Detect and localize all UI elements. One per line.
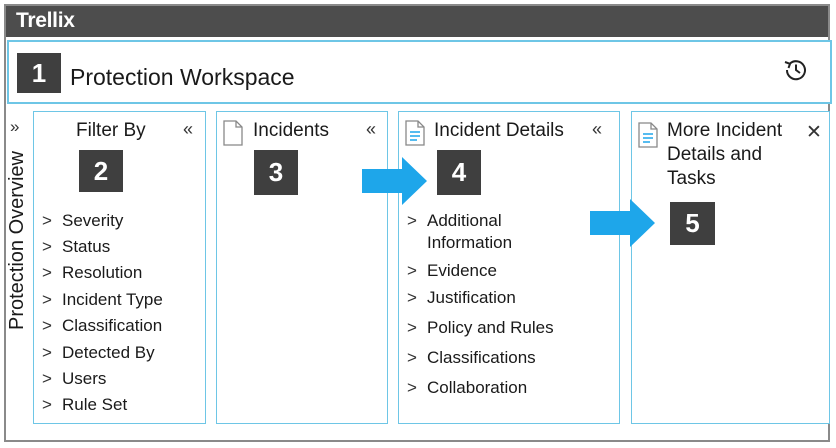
chevron-right-icon: >	[407, 211, 417, 230]
callout-badge-4: 4	[437, 150, 481, 195]
document-lines-icon	[405, 120, 425, 146]
expand-overview-icon[interactable]: »	[10, 117, 19, 137]
filter-panel-title: Filter By	[76, 120, 146, 141]
chevron-right-icon: >	[42, 290, 52, 309]
callout-badge-5: 5	[670, 202, 715, 245]
history-refresh-icon[interactable]	[782, 56, 810, 84]
chevron-right-icon: >	[42, 369, 52, 388]
chevron-right-icon: >	[407, 261, 417, 280]
more-details-panel: More Incident Details and Tasks ✕ 5	[631, 111, 830, 424]
callout-badge-1: 1	[17, 53, 61, 93]
trellix-logo: Trellix	[16, 9, 75, 32]
more-details-title-line-3: Tasks	[667, 168, 716, 189]
flow-arrow-4-to-5	[590, 199, 655, 247]
filter-item-label: Rule Set	[62, 395, 128, 414]
chevron-right-icon: >	[407, 348, 417, 367]
incidents-collapse-icon[interactable]: «	[366, 119, 376, 140]
chevron-right-icon: >	[407, 288, 417, 307]
incident-details-title: Incident Details	[434, 120, 564, 141]
chevron-right-icon: >	[42, 211, 52, 230]
filter-item-label: Severity	[62, 211, 124, 230]
more-details-title-line-2: Details and	[667, 144, 763, 165]
filter-item-label: Resolution	[62, 263, 143, 282]
top-bar: Trellix	[6, 6, 828, 37]
document-icon	[223, 120, 243, 146]
detail-item-label: Collaboration	[427, 378, 528, 397]
filter-item-label: Classification	[62, 316, 163, 335]
detail-item-label: Policy and Rules	[427, 318, 554, 337]
workspace-header: 1 Protection Workspace	[7, 40, 832, 104]
chevron-right-icon: >	[407, 378, 417, 397]
flow-arrow-3-to-4	[362, 157, 427, 205]
filter-item-label: Incident Type	[62, 290, 163, 309]
callout-badge-3: 3	[254, 150, 298, 195]
detail-item-label: Additional Information	[427, 211, 513, 252]
more-details-title-line-1: More Incident	[667, 120, 783, 141]
incidents-panel-title: Incidents	[253, 120, 330, 141]
document-lines-icon	[638, 122, 658, 148]
incident-details-panel: Incident Details « 4 > Additional Informa…	[398, 111, 620, 424]
protection-overview-label[interactable]: Protection Overview	[6, 151, 29, 330]
filter-item-label: Status	[62, 237, 111, 256]
callout-badge-2: 2	[79, 150, 123, 192]
page-title: Protection Workspace	[70, 64, 295, 90]
chevron-right-icon: >	[42, 395, 52, 414]
chevron-right-icon: >	[42, 343, 52, 362]
close-icon[interactable]: ✕	[806, 121, 822, 144]
chevron-right-icon: >	[42, 237, 52, 256]
chevron-right-icon: >	[42, 263, 52, 282]
chevron-right-icon: >	[407, 318, 417, 337]
filter-item-label: Users	[62, 369, 107, 388]
detail-item-label: Justification	[427, 288, 516, 307]
filter-panel: Filter By « 2 > Severity > Status > Resolutio…	[33, 111, 206, 424]
chevron-right-icon: >	[42, 316, 52, 335]
filter-item-label: Detected By	[62, 343, 155, 362]
detail-item-label: Classifications	[427, 348, 536, 367]
filter-collapse-icon[interactable]: «	[183, 119, 193, 140]
detail-item-label: Evidence	[427, 261, 497, 280]
details-collapse-icon[interactable]: «	[592, 119, 602, 140]
